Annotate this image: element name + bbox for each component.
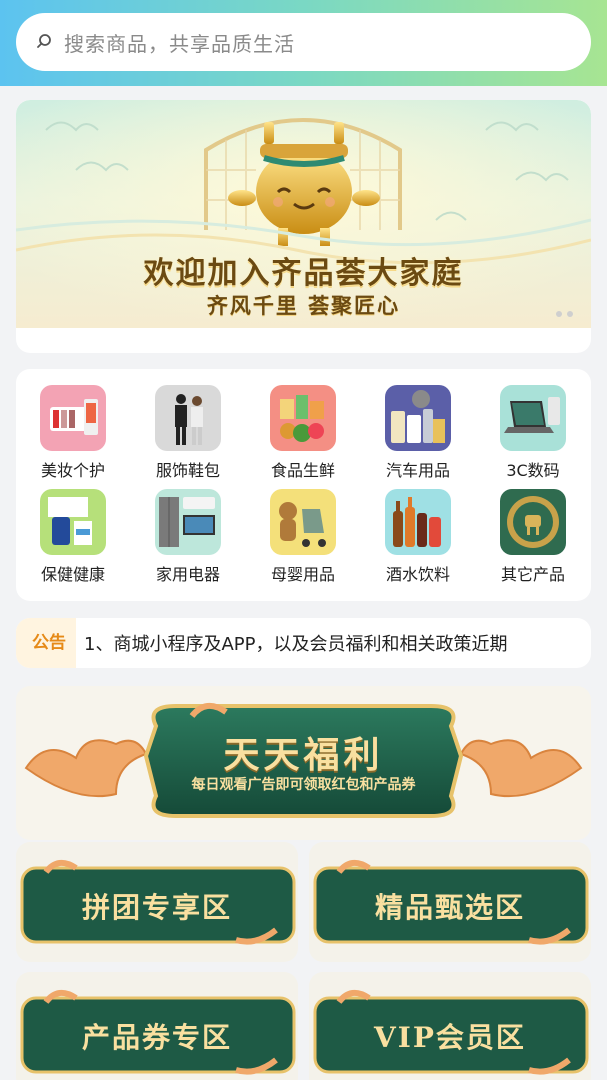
carousel-dot[interactable] <box>556 311 562 317</box>
category-label: 其它产品 <box>500 565 565 584</box>
food-icon <box>270 385 336 451</box>
category-beauty[interactable]: 美妆个护 <box>23 385 123 481</box>
category-health[interactable]: 保健健康 <box>23 489 123 585</box>
category-label: 家用电器 <box>155 565 220 584</box>
announcement-bar[interactable]: 公告 1、商城小程序及APP，以及会员福利和相关政策近期 <box>16 618 591 668</box>
category-apparel[interactable]: 服饰鞋包 <box>138 385 238 481</box>
category-label: 保健健康 <box>40 565 105 584</box>
category-drinks[interactable]: 酒水饮料 <box>368 489 468 585</box>
zone-label: VIP会员区 <box>374 1021 526 1054</box>
appliance-icon <box>155 489 221 555</box>
category-3c[interactable]: 3C数码 <box>483 385 583 481</box>
search-bar[interactable]: 搜索商品，共享品质生活 <box>16 13 591 71</box>
search-placeholder: 搜索商品，共享品质生活 <box>64 31 295 56</box>
category-other[interactable]: 其它产品 <box>483 489 583 585</box>
banner-title: 欢迎加入齐品荟大家庭 <box>143 256 464 291</box>
category-label: 汽车用品 <box>385 461 450 480</box>
zone-label: 精品甄选区 <box>374 891 525 924</box>
category-baby[interactable]: 母婴用品 <box>253 489 353 585</box>
coin-icon <box>500 489 566 555</box>
category-label: 3C数码 <box>506 461 560 480</box>
category-appliances[interactable]: 家用电器 <box>138 489 238 585</box>
zone-vip[interactable]: VIP会员区 <box>309 972 591 1080</box>
welfare-title: 天天福利 <box>223 734 384 776</box>
category-label: 酒水饮料 <box>385 565 450 584</box>
search-icon <box>37 34 51 48</box>
carousel-indicators <box>556 311 573 317</box>
category-label: 美妆个护 <box>40 461 105 480</box>
zone-label: 拼团专享区 <box>81 891 232 924</box>
health-icon <box>40 489 106 555</box>
category-grid: 美妆个护 服饰鞋包 食品生鲜 汽车用品 3C数码 保健健康 家用电器 母婴用品 … <box>16 369 591 601</box>
header-bar: 搜索商品，共享品质生活 <box>0 0 607 86</box>
zone-label: 产品券专区 <box>81 1021 232 1054</box>
announcement-tag: 公告 <box>16 618 76 668</box>
category-label: 母婴用品 <box>270 565 335 584</box>
zone-selected[interactable]: 精品甄选区 <box>309 842 591 962</box>
promo-banner[interactable]: 欢迎加入齐品荟大家庭 齐风千里 荟聚匠心 <box>16 100 591 328</box>
announcement-text: 1、商城小程序及APP，以及会员福利和相关政策近期 <box>84 634 508 655</box>
beauty-icon <box>40 385 106 451</box>
category-food[interactable]: 食品生鲜 <box>253 385 353 481</box>
daily-welfare-banner[interactable]: 天天福利 每日观看广告即可领取红包和产品券 <box>16 686 591 840</box>
zone-coupon[interactable]: 产品券专区 <box>16 972 298 1080</box>
banner-subtitle: 齐风千里 荟聚匠心 <box>206 294 401 318</box>
bottles-icon <box>385 489 451 555</box>
auto-icon <box>385 385 451 451</box>
category-label: 食品生鲜 <box>270 461 335 480</box>
banner-card: 欢迎加入齐品荟大家庭 齐风千里 荟聚匠心 <box>16 100 591 353</box>
apparel-icon <box>155 385 221 451</box>
zone-group-buy[interactable]: 拼团专享区 <box>16 842 298 962</box>
welfare-subtitle: 每日观看广告即可领取红包和产品券 <box>191 777 416 793</box>
baby-icon <box>270 489 336 555</box>
category-auto[interactable]: 汽车用品 <box>368 385 468 481</box>
category-label: 服饰鞋包 <box>155 461 220 480</box>
carousel-dot[interactable] <box>567 311 573 317</box>
laptop-icon <box>500 385 566 451</box>
